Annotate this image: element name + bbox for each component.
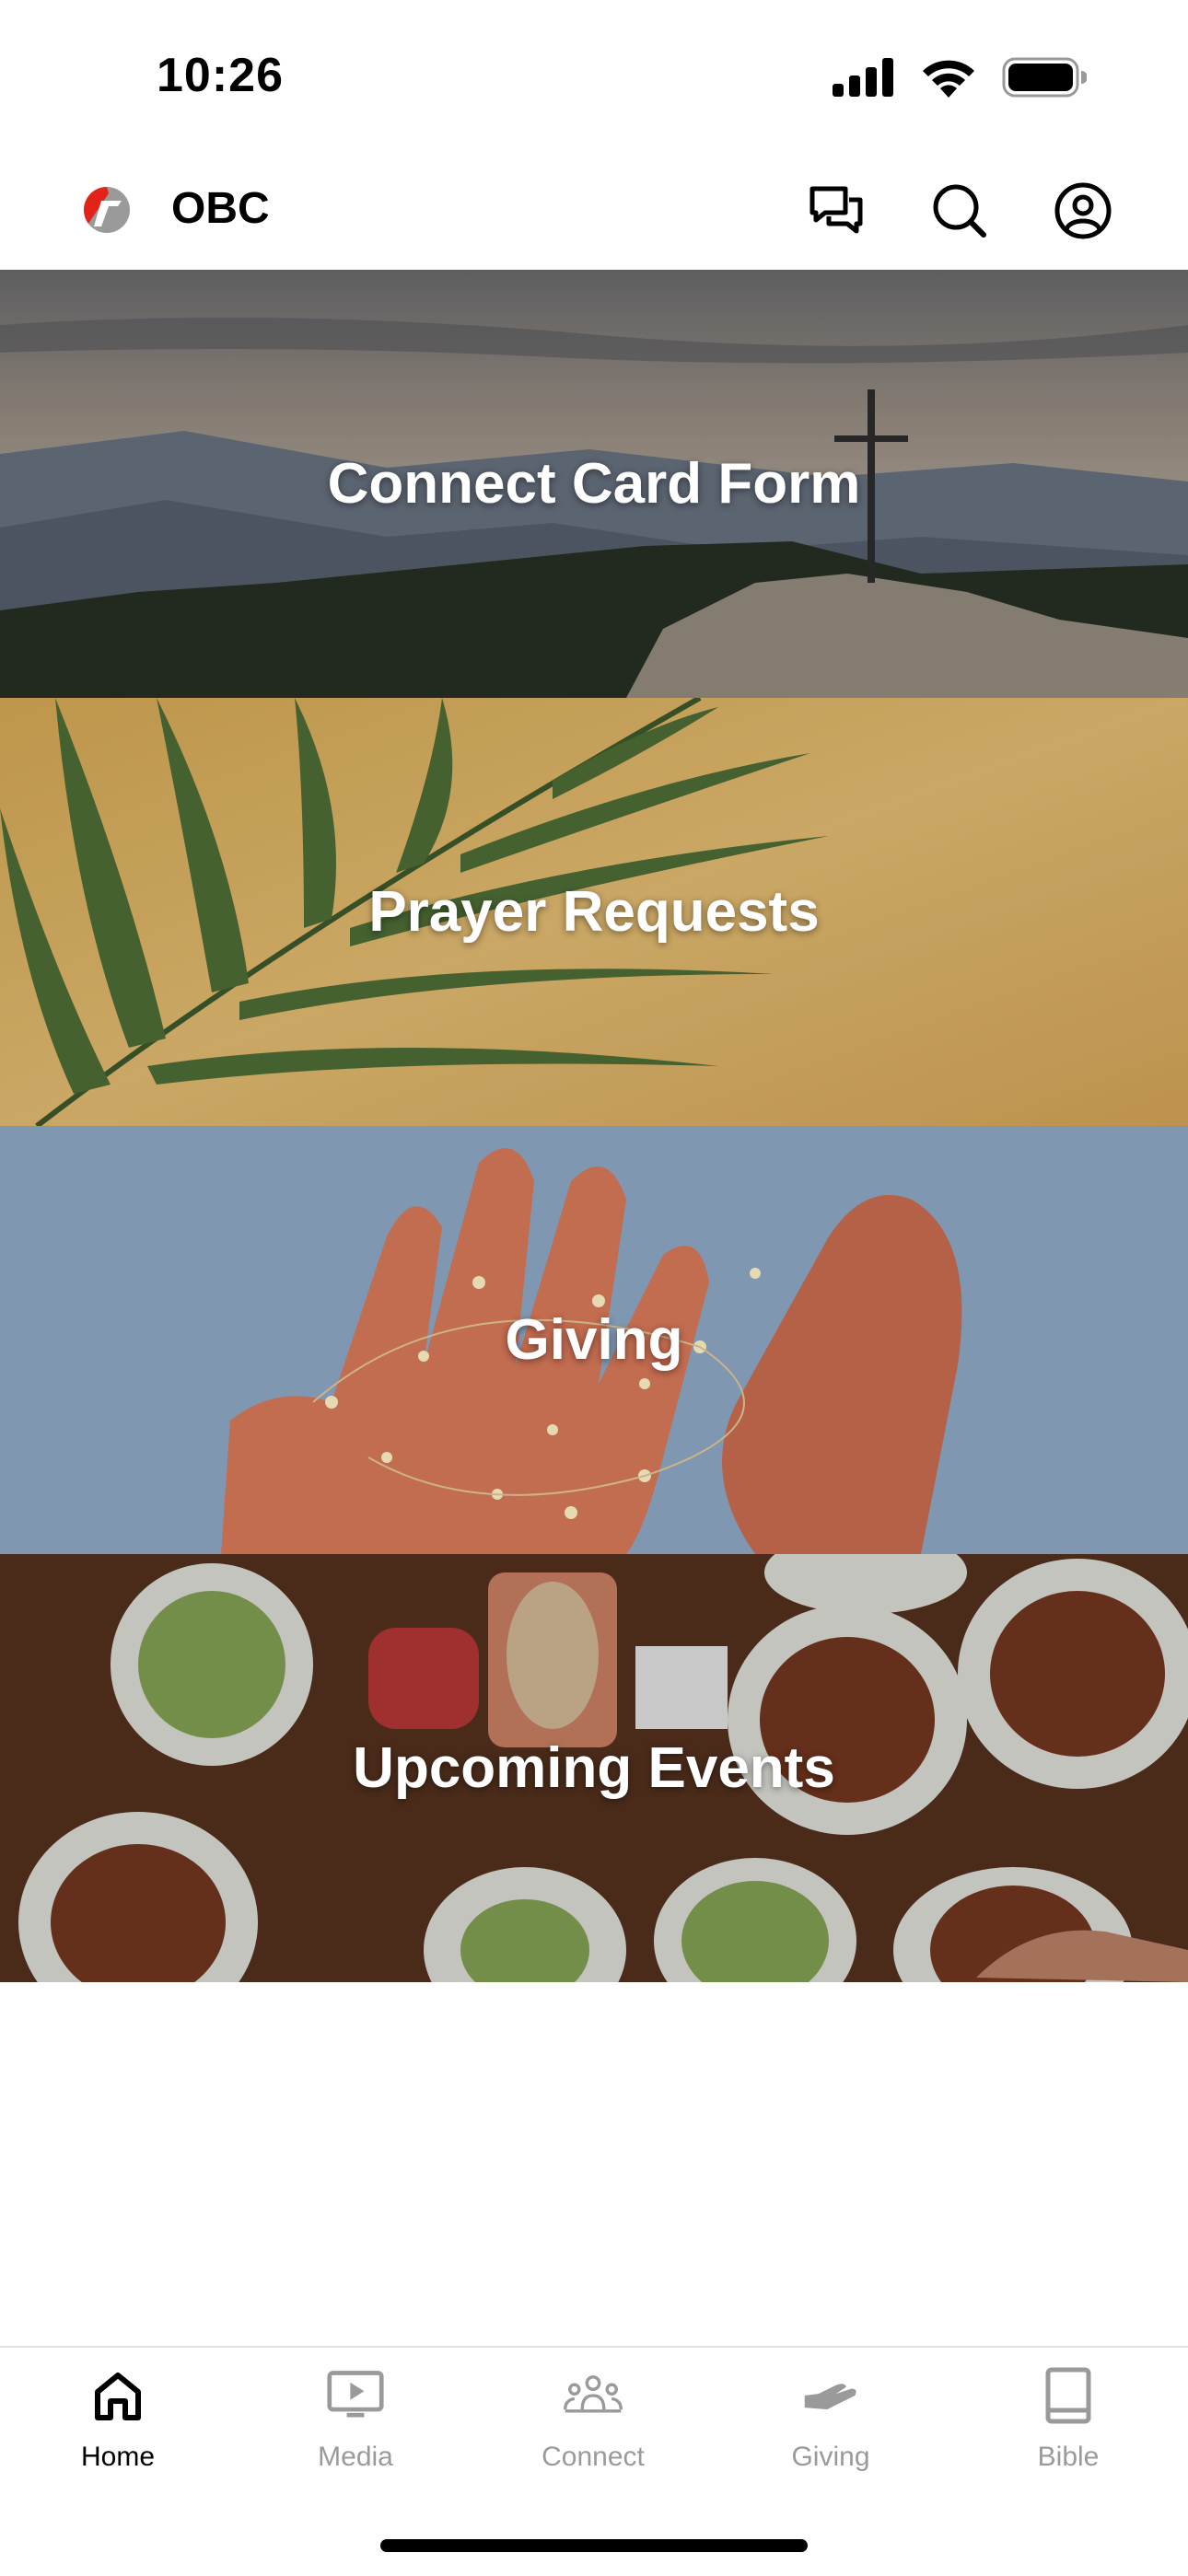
search-button[interactable] [928, 180, 991, 242]
header-actions [805, 180, 1114, 242]
cellular-signal-icon [833, 58, 893, 97]
tile-label: Prayer Requests [368, 880, 820, 944]
status-icons [833, 57, 1087, 98]
status-time: 10:26 [157, 49, 284, 102]
battery-icon [1002, 57, 1087, 98]
tab-label: Giving [791, 2442, 870, 2472]
messages-button[interactable] [805, 180, 868, 242]
search-icon [933, 184, 986, 238]
chat-bubbles-icon [809, 186, 863, 234]
people-icon [564, 2366, 623, 2425]
giving-hand-icon [801, 2366, 860, 2425]
home-indicator [380, 2539, 808, 2552]
book-icon [1039, 2366, 1098, 2425]
church-logo-icon [84, 187, 130, 233]
prayer-requests-tile[interactable]: Prayer Requests [0, 698, 1188, 1126]
giving-tile[interactable]: Giving [0, 1126, 1188, 1554]
tab-media[interactable]: Media [263, 2366, 448, 2504]
tile-label: Connect Card Form [327, 452, 861, 516]
tab-connect[interactable]: Connect [501, 2366, 685, 2504]
home-icon [88, 2366, 147, 2425]
tab-label: Connect [542, 2442, 645, 2472]
tab-label: Home [80, 2442, 156, 2472]
wifi-icon [923, 60, 974, 98]
tile-label: Upcoming Events [353, 1736, 835, 1800]
upcoming-events-tile[interactable]: Upcoming Events [0, 1554, 1188, 1982]
tab-label: Media [318, 2442, 393, 2472]
app-header: OBC [0, 152, 1188, 271]
app-title: OBC [171, 184, 270, 233]
tab-bible[interactable]: Bible [976, 2366, 1160, 2504]
tab-label: Bible [1037, 2442, 1100, 2472]
tab-giving[interactable]: Giving [739, 2366, 923, 2504]
home-tiles: Connect Card Form Prayer Requests Giving… [0, 270, 1188, 1982]
tile-label: Giving [505, 1308, 683, 1372]
media-icon [326, 2366, 385, 2425]
tab-home[interactable]: Home [26, 2366, 210, 2504]
user-circle-icon [1054, 182, 1112, 239]
connect-card-form-tile[interactable]: Connect Card Form [0, 270, 1188, 698]
status-bar: 10:26 [0, 0, 1188, 152]
profile-button[interactable] [1052, 180, 1114, 242]
